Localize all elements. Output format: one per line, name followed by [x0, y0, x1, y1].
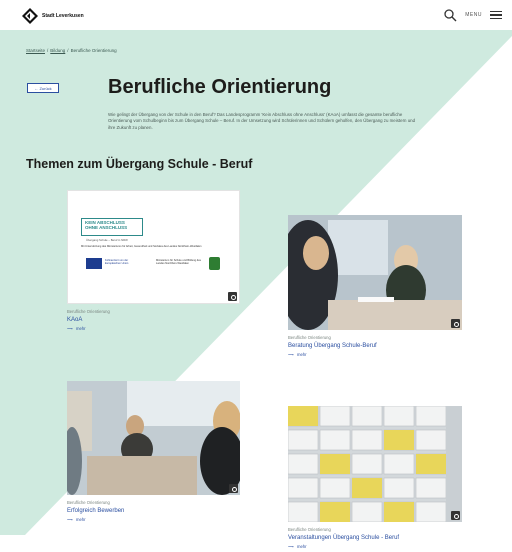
- site-header: Stadt Leverkusen MENU: [0, 0, 512, 30]
- card-category: Berufliche Orientierung: [288, 335, 331, 340]
- breadcrumb-home[interactable]: Startseite: [26, 48, 45, 53]
- card-image: [288, 215, 462, 330]
- site-name: Stadt Leverkusen: [42, 13, 84, 19]
- card-more-link[interactable]: ⟶ mehr: [67, 517, 240, 522]
- page-title: Berufliche Orientierung: [108, 76, 332, 98]
- page-intro: Wie gelingt der Übergang von der Schule …: [108, 112, 416, 130]
- arrow-right-icon: ⟶: [288, 544, 295, 549]
- kaoa-logo-sub: Übergang Schule – Beruf in NRW: [86, 238, 128, 242]
- menu-label[interactable]: MENU: [465, 12, 482, 18]
- card-more-link[interactable]: ⟶ mehr: [288, 352, 462, 357]
- site-logo[interactable]: Stadt Leverkusen: [22, 8, 84, 24]
- eu-text: Kofinanziert von der Europäischen Union: [105, 259, 129, 266]
- ministry-text: Ministerium für Schule und Bildung des L…: [156, 259, 201, 266]
- breadcrumb-current: Berufliche Orientierung: [70, 48, 117, 53]
- breadcrumb: Startseite / Bildung / Berufliche Orient…: [26, 48, 117, 53]
- zoom-icon[interactable]: [229, 484, 238, 493]
- card-category: Berufliche Orientierung: [288, 527, 331, 532]
- card-title[interactable]: KAoA: [67, 317, 240, 323]
- card-title[interactable]: Erfolgreich Bewerben: [67, 508, 240, 514]
- card-image: KEIN ABSCHLUSS OHNE ANSCHLUSS Übergang S…: [67, 190, 240, 304]
- kaoa-logo: KEIN ABSCHLUSS OHNE ANSCHLUSS: [81, 218, 143, 236]
- card-more-link[interactable]: ⟶ mehr: [67, 326, 240, 331]
- arrow-right-icon: ⟶: [67, 517, 74, 522]
- zoom-icon[interactable]: [451, 511, 460, 520]
- card-more-link[interactable]: ⟶ mehr: [288, 544, 462, 549]
- interview-photo: [67, 381, 240, 495]
- nrw-crest-icon: [209, 257, 220, 270]
- back-button[interactable]: ← Zurück: [27, 83, 59, 93]
- city-logo-icon: [22, 8, 38, 24]
- card-category: Berufliche Orientierung: [67, 309, 110, 314]
- breadcrumb-bildung[interactable]: Bildung: [50, 48, 65, 53]
- menu-icon[interactable]: [490, 10, 502, 20]
- card-kaoa[interactable]: KEIN ABSCHLUSS OHNE ANSCHLUSS Übergang S…: [67, 190, 240, 331]
- eu-flag: [86, 258, 102, 269]
- zoom-icon[interactable]: [228, 292, 237, 301]
- section-title: Themen zum Übergang Schule - Beruf: [26, 157, 253, 171]
- card-title[interactable]: Beratung Übergang Schule-Beruf: [288, 343, 462, 349]
- card-image: [67, 381, 240, 495]
- card-category: Berufliche Orientierung: [67, 500, 110, 505]
- card-veranstaltungen[interactable]: Berufliche Orientierung Veranstaltungen …: [288, 406, 462, 549]
- card-beratung[interactable]: Berufliche Orientierung Beratung Übergan…: [288, 215, 462, 357]
- locker-photo: [288, 406, 462, 522]
- card-title[interactable]: Veranstaltungen Übergang Schule - Beruf: [288, 535, 462, 541]
- card-bewerben[interactable]: Berufliche Orientierung Erfolgreich Bewe…: [67, 381, 240, 522]
- arrow-right-icon: ⟶: [67, 326, 74, 331]
- search-icon[interactable]: [443, 8, 457, 22]
- arrow-right-icon: ⟶: [288, 352, 295, 357]
- consultation-photo: [288, 215, 462, 330]
- kaoa-caption: Mit Unterstützung des Ministeriums für A…: [81, 245, 202, 248]
- card-image: [288, 406, 462, 522]
- zoom-icon[interactable]: [451, 319, 460, 328]
